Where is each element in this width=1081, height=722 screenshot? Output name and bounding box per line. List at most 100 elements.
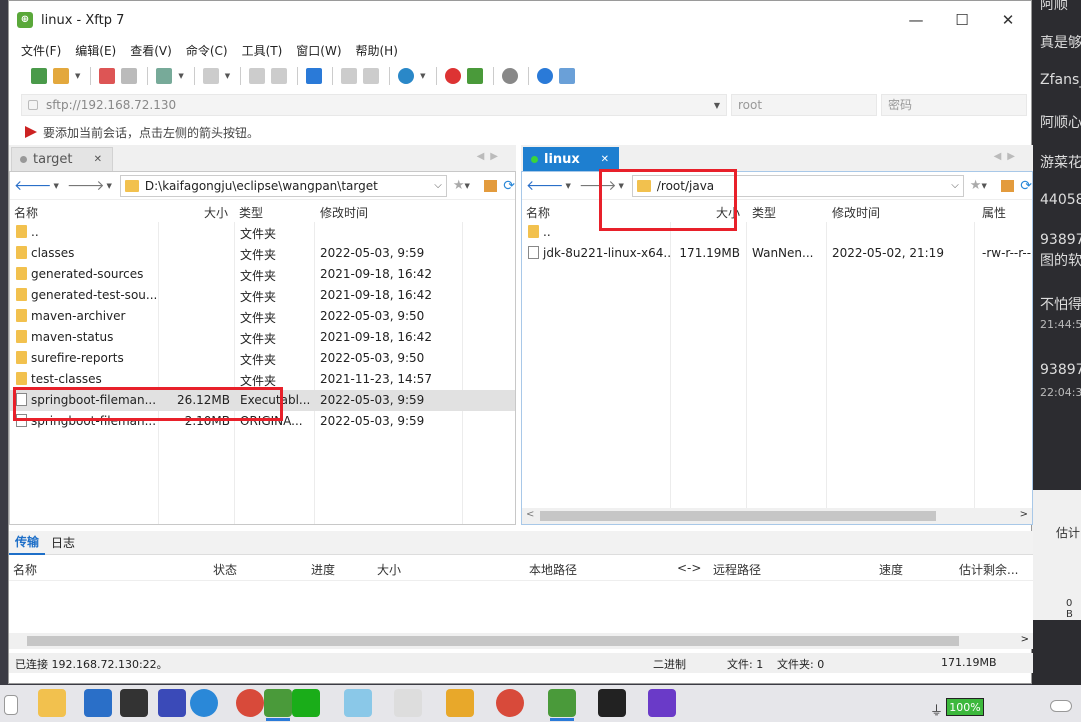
chevron-down-icon[interactable]: ▼: [981, 182, 986, 190]
transfer-icon[interactable]: [341, 68, 358, 84]
add-session-arrow-icon[interactable]: [25, 126, 37, 138]
close-button[interactable]: ✕: [985, 1, 1031, 39]
table-row[interactable]: ..: [522, 222, 1032, 243]
intellij-task-icon[interactable]: [598, 689, 626, 717]
col-eta[interactable]: 估计剩余...: [959, 561, 1018, 578]
col-name[interactable]: 名称: [526, 204, 550, 221]
wechat-icon[interactable]: [292, 689, 320, 717]
back-icon[interactable]: 🡐: [14, 177, 52, 194]
col-type[interactable]: 类型: [239, 204, 263, 221]
menu-command[interactable]: 命令(C): [186, 42, 228, 59]
password-input[interactable]: 密码: [881, 94, 1027, 116]
home-icon[interactable]: [483, 179, 498, 192]
xshell-task-icon[interactable]: [496, 689, 524, 717]
menu-help[interactable]: 帮助(H): [356, 42, 398, 59]
star-icon[interactable]: ★: [970, 178, 982, 193]
cmd-icon[interactable]: [190, 689, 218, 717]
col-perm[interactable]: 属性: [982, 204, 1006, 221]
xftp-task-icon[interactable]: [264, 689, 292, 721]
tab-log[interactable]: 日志: [45, 534, 81, 551]
maximize-button[interactable]: ☐: [939, 1, 985, 39]
queue-icon[interactable]: [363, 68, 380, 84]
chevron-down-icon[interactable]: ▼: [54, 182, 59, 190]
file-explorer-icon[interactable]: [38, 689, 66, 717]
sync-icon[interactable]: [306, 68, 323, 84]
col-name[interactable]: 名称: [13, 561, 37, 578]
xshell-icon[interactable]: [444, 68, 461, 84]
table-row[interactable]: classes 文件夹 2022-05-03, 9:59: [10, 243, 515, 264]
col-mtime[interactable]: 修改时间: [320, 204, 368, 221]
close-icon[interactable]: ✕: [94, 154, 102, 165]
chat-icon[interactable]: [558, 68, 575, 84]
remote-path-input[interactable]: /root/java ⌵: [631, 174, 964, 197]
vmware-icon[interactable]: [446, 689, 474, 717]
connect-icon[interactable]: [99, 68, 116, 84]
col-mtime[interactable]: 修改时间: [832, 204, 880, 221]
home-icon[interactable]: [1000, 179, 1015, 192]
col-local-path[interactable]: 本地路径: [529, 561, 577, 578]
username-input[interactable]: root: [731, 94, 877, 116]
col-name[interactable]: 名称: [14, 204, 38, 221]
col-remote-path[interactable]: 远程路径: [713, 561, 761, 578]
xftp-task-icon-2[interactable]: [548, 689, 576, 721]
table-row[interactable]: surefire-reports 文件夹 2022-05-03, 9:50: [10, 348, 515, 369]
chevron-down-icon[interactable]: ▼: [714, 101, 720, 110]
chevron-down-icon[interactable]: ▼: [618, 182, 623, 190]
back-icon[interactable]: 🡐: [526, 177, 564, 194]
open-folder-icon[interactable]: [53, 68, 69, 84]
tab-linux[interactable]: linux ✕: [523, 147, 619, 171]
forward-icon[interactable]: 🡒: [579, 177, 617, 194]
cloud-icon[interactable]: [1050, 700, 1072, 712]
forward-icon[interactable]: 🡒: [67, 177, 105, 194]
refresh-icon[interactable]: ⟳: [503, 178, 515, 194]
table-row[interactable]: maven-archiver 文件夹 2022-05-03, 9:50: [10, 306, 515, 327]
transfer-hscroll[interactable]: >: [9, 633, 1033, 649]
title-bar[interactable]: ⊕ linux - Xftp 7 — ☐ ✕: [9, 1, 1031, 39]
menu-edit[interactable]: 编辑(E): [75, 42, 116, 59]
col-status[interactable]: 状态: [213, 561, 237, 578]
table-row[interactable]: .. 文件夹: [10, 222, 515, 243]
table-row[interactable]: springboot-fileman... 2.10MB ORIGINA... 202…: [10, 411, 515, 432]
refresh-icon[interactable]: ⟳: [1020, 178, 1032, 194]
datagrip-icon[interactable]: [648, 689, 676, 717]
chrome-icon[interactable]: [236, 689, 264, 717]
chevron-down-icon[interactable]: ▼: [178, 72, 183, 80]
chevron-down-icon[interactable]: ⌵: [951, 180, 959, 191]
mail-icon[interactable]: [120, 689, 148, 717]
col-size[interactable]: 大小: [716, 204, 740, 221]
table-row[interactable]: maven-status 文件夹 2021-09-18, 16:42: [10, 327, 515, 348]
chevron-down-icon[interactable]: ▼: [106, 182, 111, 190]
tab-transfer[interactable]: 传输: [9, 531, 46, 555]
tab-scroll-arrows[interactable]: ◀▶: [477, 151, 504, 162]
chevron-down-icon[interactable]: ▼: [465, 182, 470, 190]
col-type[interactable]: 类型: [752, 204, 776, 221]
tab-target[interactable]: target ✕: [11, 147, 113, 171]
globe-icon[interactable]: [398, 68, 415, 84]
chevron-down-icon[interactable]: ▼: [75, 72, 80, 80]
xftp-icon[interactable]: [466, 68, 483, 84]
col-speed[interactable]: 速度: [879, 561, 903, 578]
paste-icon[interactable]: [271, 68, 288, 84]
battery-indicator[interactable]: 100%: [946, 698, 984, 716]
properties-icon[interactable]: [156, 68, 173, 84]
table-row[interactable]: test-classes 文件夹 2021-11-23, 14:57: [10, 369, 515, 390]
store-icon[interactable]: [84, 689, 112, 717]
menu-file[interactable]: 文件(F): [21, 42, 61, 59]
new-session-icon[interactable]: [31, 68, 47, 84]
table-row[interactable]: jdk-8u221-linux-x64... 171.19MB WanNen... 2…: [522, 243, 1032, 264]
chevron-down-icon[interactable]: ▼: [225, 72, 230, 80]
star-icon[interactable]: ★: [453, 178, 465, 193]
terminal-icon[interactable]: [202, 68, 219, 84]
disconnect-icon[interactable]: [121, 68, 138, 84]
col-progress[interactable]: 进度: [311, 561, 335, 578]
address-input[interactable]: sftp://192.168.72.130 ▼: [21, 94, 727, 116]
table-row[interactable]: generated-test-sou... 文件夹 2021-09-18, 16:4…: [10, 285, 515, 306]
menu-tools[interactable]: 工具(T): [242, 42, 283, 59]
table-row[interactable]: springboot-fileman... 26.12MB Executabl...…: [10, 390, 515, 411]
col-direction[interactable]: <->: [677, 561, 701, 575]
text-file-icon[interactable]: [4, 695, 18, 715]
tab-scroll-arrows[interactable]: ◀▶: [994, 151, 1021, 162]
typora-icon[interactable]: [394, 689, 422, 717]
close-icon[interactable]: ✕: [601, 154, 609, 165]
chevron-down-icon[interactable]: ⌵: [434, 180, 442, 191]
